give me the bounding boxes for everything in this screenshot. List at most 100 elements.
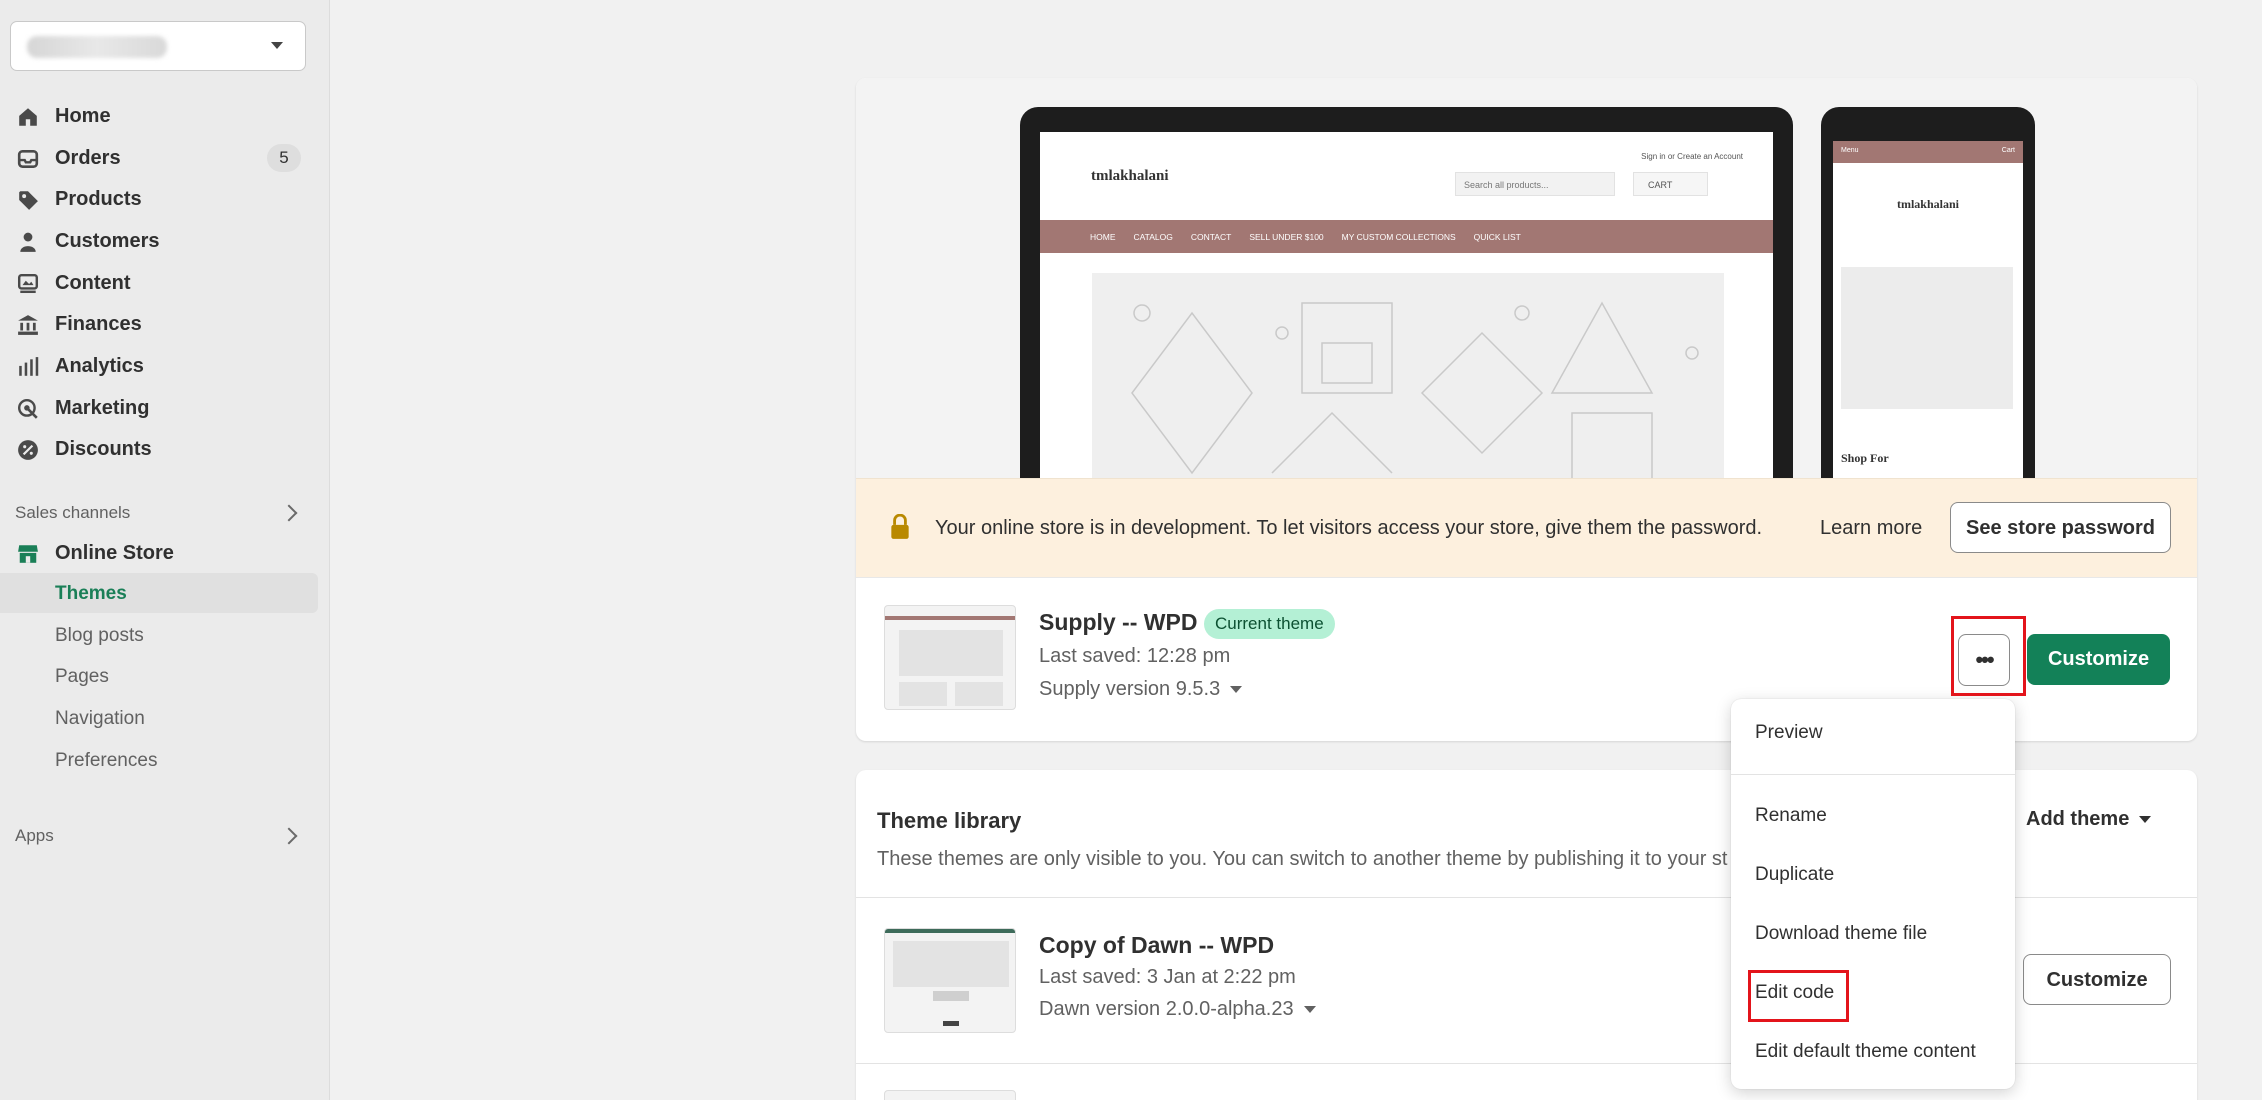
nav-item-customers[interactable]: Customers — [0, 220, 318, 260]
preview-menu-item: MY CUSTOM COLLECTIONS — [1341, 231, 1456, 242]
store-selector[interactable] — [10, 21, 306, 71]
version-label: Dawn version 2.0.0-alpha.23 — [1039, 998, 1294, 1020]
chevron-down-icon — [2139, 816, 2152, 824]
add-theme-button[interactable]: Add theme — [2026, 808, 2152, 831]
thumbnail-block — [955, 682, 1003, 706]
thumbnail-bar — [885, 929, 1015, 933]
customize-button[interactable]: Customize — [2027, 634, 2170, 685]
inbox-icon — [17, 149, 39, 169]
desktop-screen: tmlakhalani Sign in or Create an Account… — [1040, 132, 1773, 487]
current-theme-badge: Current theme — [1204, 609, 1335, 639]
add-theme-label: Add theme — [2026, 808, 2130, 830]
theme-library-description: These themes are only visible to you. Yo… — [877, 848, 1728, 870]
mobile-header: Menu Cart — [1833, 141, 2023, 163]
nav-label: Online Store — [55, 542, 174, 564]
highlight-box — [1748, 970, 1849, 1022]
sub-item-navigation[interactable]: Navigation — [0, 698, 318, 738]
current-theme-version[interactable]: Supply version 9.5.3 — [1039, 678, 1243, 701]
sub-item-label: Themes — [55, 583, 127, 604]
target-icon — [17, 398, 38, 419]
apps-heading: Apps — [15, 826, 54, 845]
sales-channels-heading: Sales channels — [15, 503, 131, 522]
learn-more-link[interactable]: Learn more — [1820, 517, 1922, 540]
menu-item-preview[interactable]: Preview — [1755, 722, 1823, 744]
mobile-menu-label: Menu — [1841, 147, 1859, 154]
nav-item-content[interactable]: Content — [0, 262, 318, 302]
nav-label: Analytics — [55, 355, 144, 377]
nav-item-home[interactable]: Home — [0, 95, 318, 135]
sub-item-blog-posts[interactable]: Blog posts — [0, 615, 318, 655]
desktop-preview: tmlakhalani Sign in or Create an Account… — [1020, 107, 1793, 487]
sub-item-label: Preferences — [55, 750, 158, 771]
person-icon — [20, 232, 36, 252]
chevron-down-icon — [1303, 1006, 1316, 1014]
theme-preview[interactable]: tmlakhalani Sign in or Create an Account… — [856, 78, 2197, 487]
chevron-right-icon[interactable] — [280, 827, 298, 845]
discount-icon — [18, 440, 38, 460]
nav-label: Finances — [55, 313, 142, 335]
sub-item-pages[interactable]: Pages — [0, 656, 318, 696]
preview-menu-item: QUICK LIST — [1473, 231, 1521, 242]
sub-item-label: Navigation — [55, 708, 145, 729]
thumbnail-block — [899, 630, 1003, 676]
sub-item-label: Blog posts — [55, 625, 144, 646]
orders-count-badge: 5 — [267, 144, 301, 172]
sub-item-themes[interactable]: Themes — [0, 573, 318, 613]
preview-search: Search all products... — [1455, 172, 1615, 196]
bank-icon — [18, 315, 38, 335]
nav-item-discounts[interactable]: Discounts — [0, 428, 318, 468]
shoes-bags-illustration — [1131, 301, 1699, 484]
nav-item-products[interactable]: Products — [0, 178, 318, 218]
thumbnail-block — [893, 941, 1009, 987]
mobile-screen: Menu Cart tmlakhalani Shop For — [1833, 141, 2023, 487]
banner-message: Your online store is in development. To … — [935, 517, 1763, 539]
library-theme-thumbnail — [884, 928, 1016, 1033]
mobile-shop-for: Shop For — [1841, 451, 1889, 465]
theme-library-title: Theme library — [877, 808, 1022, 833]
store-icon — [18, 545, 38, 563]
menu-item-download-theme-file[interactable]: Download theme file — [1755, 923, 1927, 945]
chevron-right-icon[interactable] — [280, 504, 298, 522]
development-banner: Your online store is in development. To … — [856, 478, 2197, 578]
nav-label: Marketing — [55, 397, 150, 419]
theme-actions-menu: Preview Rename Duplicate Download theme … — [1731, 699, 2015, 1089]
sub-item-preferences[interactable]: Preferences — [0, 740, 318, 780]
library-theme-last-saved: Last saved: 3 Jan at 2:22 pm — [1039, 966, 1296, 988]
nav-label: Products — [55, 188, 142, 210]
nav-item-online-store[interactable]: Online Store — [0, 532, 318, 572]
sidebar: Home Orders 5 Products Customers Content… — [0, 0, 330, 1100]
menu-item-rename[interactable]: Rename — [1755, 805, 1827, 827]
nav-label: Discounts — [55, 438, 152, 460]
mobile-hero-image — [1841, 267, 2013, 409]
nav-label: Customers — [55, 230, 160, 252]
thumbnail-block — [933, 991, 969, 1001]
library-customize-button[interactable]: Customize — [2023, 954, 2171, 1005]
menu-item-edit-default-theme-content[interactable]: Edit default theme content — [1755, 1041, 1976, 1063]
preview-menu-item: CONTACT — [1190, 231, 1232, 242]
menu-item-duplicate[interactable]: Duplicate — [1755, 864, 1834, 886]
preview-menu: HOME CATALOG CONTACT SELL UNDER $100 MY … — [1040, 220, 1773, 253]
preview-store-name: tmlakhalani — [1091, 168, 1169, 184]
chevron-down-icon — [271, 42, 283, 49]
nav-item-orders[interactable]: Orders 5 — [0, 137, 318, 177]
nav-item-analytics[interactable]: Analytics — [0, 345, 318, 385]
tag-icon — [19, 191, 38, 210]
store-name-redacted — [27, 36, 167, 58]
nav-label: Orders — [55, 147, 121, 169]
nav-item-finances[interactable]: Finances — [0, 303, 318, 343]
lock-icon — [891, 514, 909, 539]
home-icon — [19, 108, 37, 126]
thumbnail-bar — [885, 616, 1015, 620]
highlight-box — [1951, 616, 2026, 696]
current-theme-thumbnail — [884, 605, 1016, 710]
library-theme-thumbnail — [884, 1090, 1016, 1100]
nav-label: Content — [55, 272, 131, 294]
see-store-password-button[interactable]: See store password — [1950, 502, 2171, 553]
bar-chart-icon — [19, 357, 39, 376]
menu-divider — [1731, 774, 2015, 775]
preview-menu-item: HOME — [1090, 231, 1116, 242]
preview-menu-item: SELL UNDER $100 — [1249, 231, 1324, 242]
nav-item-marketing[interactable]: Marketing — [0, 387, 318, 427]
current-theme-last-saved: Last saved: 12:28 pm — [1039, 645, 1231, 667]
library-theme-version[interactable]: Dawn version 2.0.0-alpha.23 — [1039, 998, 1316, 1021]
